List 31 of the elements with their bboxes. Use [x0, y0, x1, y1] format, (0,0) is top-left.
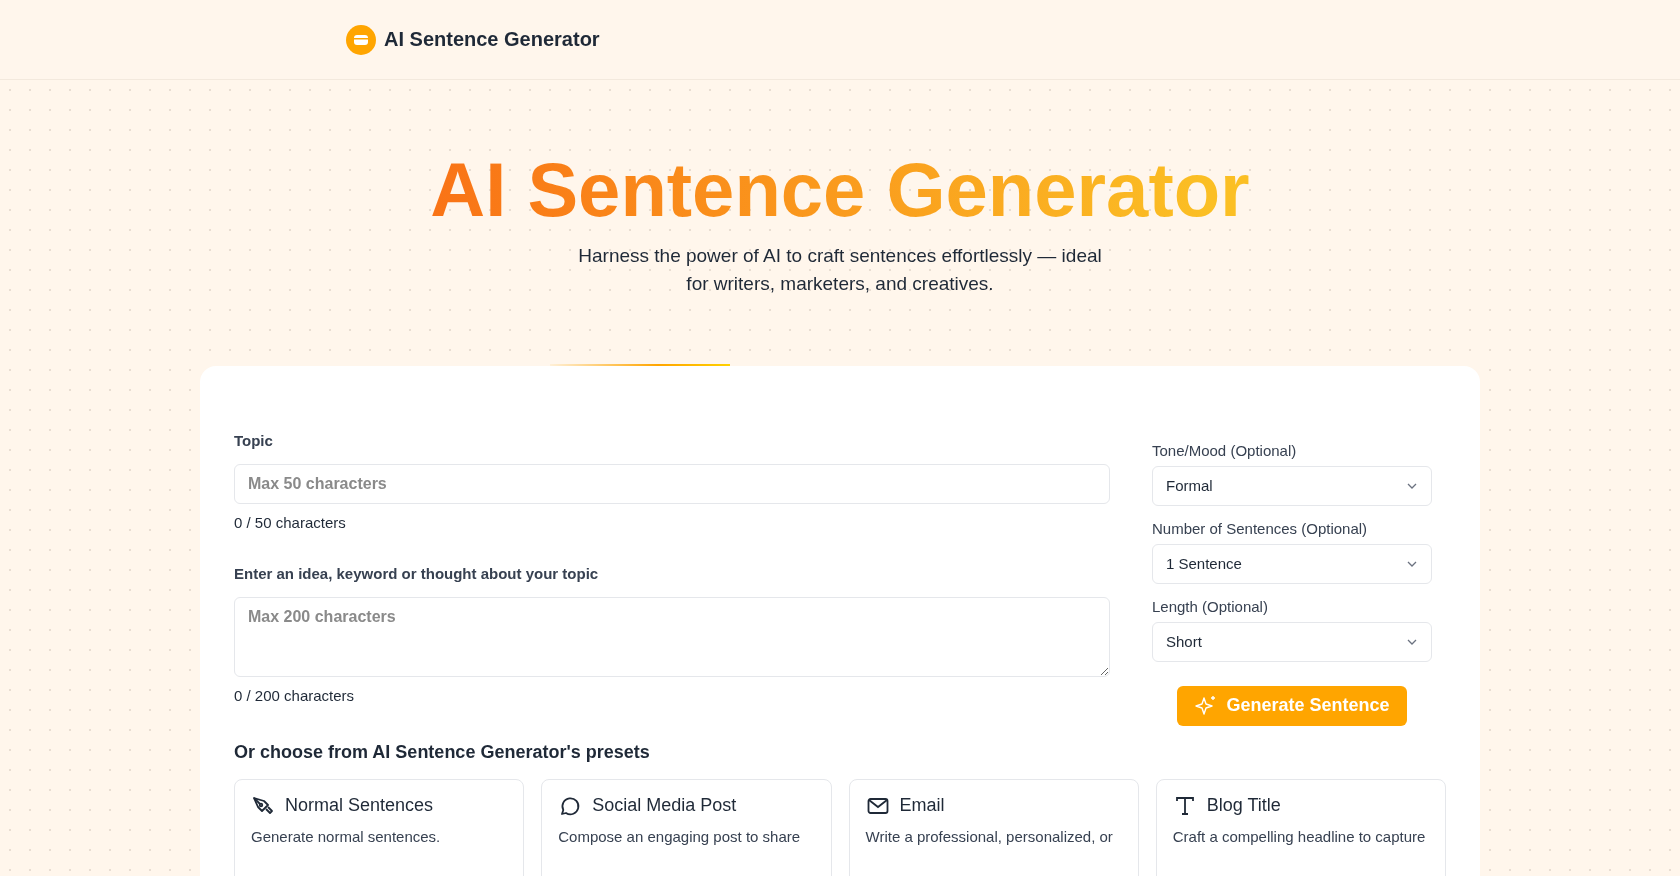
preset-description: Compose an engaging post to share: [558, 827, 802, 845]
preset-title: Email: [899, 795, 945, 817]
idea-counter: 0 / 200 characters: [234, 686, 356, 704]
chevron-down-icon: [1406, 637, 1418, 646]
select-field[interactable]: Short: [1152, 621, 1432, 662]
idea-textarea[interactable]: Max 200 characters: [234, 596, 1110, 677]
preset-title: Social Media Post: [592, 795, 737, 817]
select-label: Length (Optional): [1152, 597, 1269, 615]
select-field[interactable]: 1 Sentence: [1152, 543, 1432, 584]
topic-label: Topic: [234, 431, 274, 449]
preset-title: Normal Sentences: [285, 795, 434, 817]
topic-counter: 0 / 50 characters: [234, 513, 347, 531]
preset-card[interactable]: Normal Sentences Generate normal sentences.: [234, 778, 525, 876]
preset-card[interactable]: Social Media Post Compose an engaging post to share: [541, 778, 832, 876]
select-field[interactable]: Formal: [1152, 465, 1432, 506]
topic-input[interactable]: Max 50 characters: [234, 463, 1110, 504]
preset-title: Blog Title: [1206, 795, 1281, 817]
logo-icon: [346, 24, 376, 55]
select-label: Tone/Mood (Optional): [1152, 441, 1298, 459]
preset-card[interactable]: Email Write a professional, personalized, or: [848, 778, 1139, 876]
idea-label: Enter an idea, keyword or thought about your topic: [234, 564, 600, 582]
brand-name[interactable]: AI Sentence Generator: [384, 28, 600, 51]
preset-card[interactable]: Blog Title Craft a compelling headline to capture: [1155, 778, 1446, 876]
preset-description: Craft a compelling headline to capture: [1172, 827, 1427, 845]
preset-description: Write a professional, personalized, or: [865, 827, 1114, 845]
chevron-down-icon: [1406, 481, 1418, 490]
preset-description: Generate normal sentences.: [251, 827, 442, 845]
hero-subtitle: Harness the power of AI to craft sentences effortlessly — ideal for writers, marketers, and creatives.: [577, 243, 1103, 296]
select-label: Number of Sentences (Optional): [1152, 519, 1369, 537]
presets-heading: Or choose from AI Sentence Generator's presets: [234, 741, 651, 763]
chevron-down-icon: [1406, 559, 1418, 568]
